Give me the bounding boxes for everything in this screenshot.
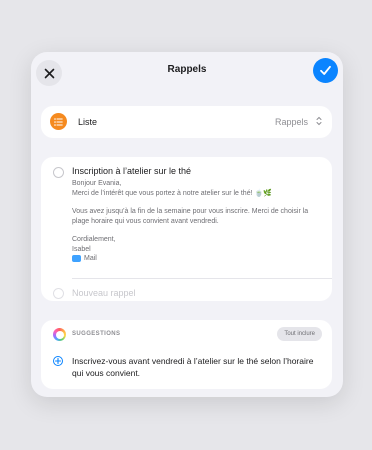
list-bullet-icon [50,113,67,130]
checkmark-icon [320,65,331,75]
suggestion-text[interactable]: Inscrivez-vous avant vendredi à l’atelie… [72,355,322,379]
divider [72,278,332,279]
done-button[interactable] [313,58,338,83]
source-label: Mail [84,255,97,262]
note-line: Bonjour Evania, [72,180,122,187]
sheet-header: Rappels [31,52,343,90]
new-reminder-checkbox [53,288,64,299]
add-suggestion-icon[interactable] [53,356,63,366]
note-line: Isabel [72,245,91,253]
note-line: Cordialement, [72,236,116,243]
reminder-checkbox[interactable] [53,167,64,178]
new-reminder-field[interactable]: Nouveau rappel [72,288,136,298]
reminder-note[interactable]: Bonjour Evania, Merci de l’intérêt que v… [72,179,322,264]
suggestions-icon [53,328,66,341]
sheet-title: Rappels [167,64,207,75]
include-all-button[interactable]: Tout inclure [277,327,322,341]
chevron-up-down-icon [316,116,322,126]
suggestions-card: SUGGESTIONS Tout inclure Inscrivez-vous … [41,320,332,389]
mail-icon [72,255,81,263]
reminder-title[interactable]: Inscription à l’atelier sur le thé [72,166,191,176]
reminder-card: Inscription à l’atelier sur le thé Bonjo… [41,157,332,301]
list-value: Rappels [274,117,308,127]
list-label: Liste [78,117,98,127]
suggestions-heading: SUGGESTIONS [72,331,121,337]
source-link[interactable]: Mail [72,254,322,264]
reminders-sheet: Rappels Liste Rappels Inscription à l’at… [31,52,343,397]
list-selector[interactable]: Liste Rappels [41,106,332,138]
note-line: Merci de l’intérêt que vous portez à not… [72,189,272,197]
note-line: Vous avez jusqu’à la fin de la semaine p… [72,208,309,225]
